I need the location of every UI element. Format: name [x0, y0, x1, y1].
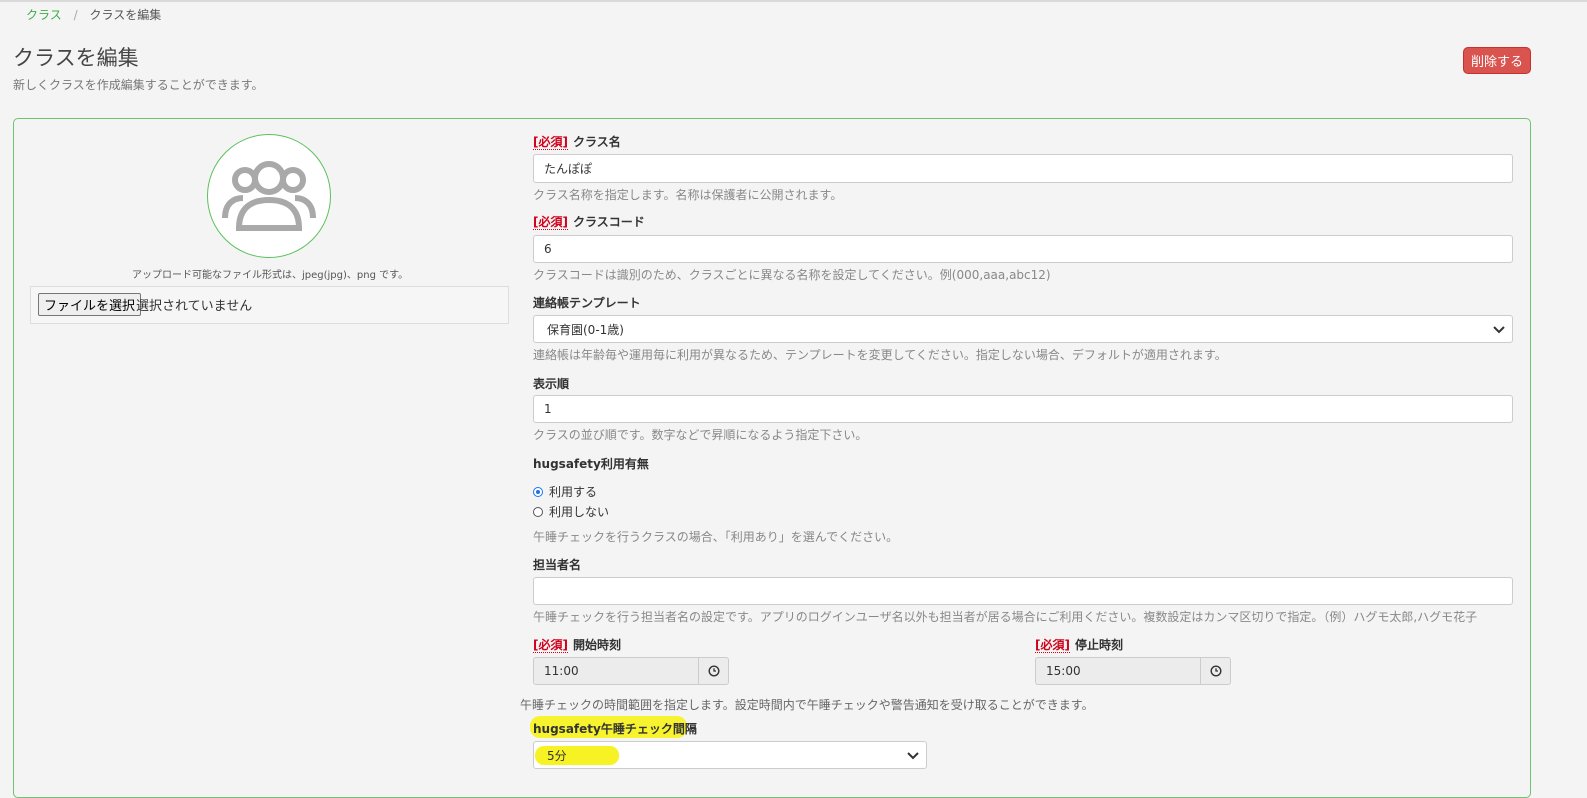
radio-dot-selected[interactable] — [533, 486, 543, 497]
template-label: 連絡帳テンプレート — [533, 296, 641, 310]
class-name-label: [必須] クラス名 — [533, 135, 621, 150]
breadcrumb-separator: / — [73, 8, 78, 22]
staff-input[interactable] — [533, 577, 1513, 605]
breadcrumb-class-link[interactable]: クラス — [26, 8, 62, 22]
group-avatar-icon — [222, 161, 316, 231]
order-help: クラスの並び順です。数字などで昇順になるよう指定下さい。 — [533, 428, 868, 442]
file-upload-box: ファイルを選択 選択されていません — [30, 286, 509, 324]
required-tag: [必須] — [533, 215, 568, 230]
hugsafety-help: 午睡チェックを行うクラスの場合、「利用あり」を選んでください。 — [533, 530, 899, 544]
chevron-down-icon — [907, 752, 919, 760]
radio-use-label: 利用する — [549, 485, 598, 499]
top-border — [0, 0, 1587, 2]
chevron-down-icon — [1493, 326, 1505, 334]
interval-select-value: 5分 — [547, 748, 567, 763]
breadcrumb-current: クラスを編集 — [89, 8, 162, 22]
page-title: クラスを編集 — [13, 46, 139, 70]
start-time-picker-button[interactable] — [699, 657, 729, 685]
time-range-help: 午睡チェックの時間範囲を指定します。設定時間内で午睡チェックや警告通知を受け取る… — [520, 698, 1094, 712]
class-code-label: [必須] クラスコード — [533, 215, 645, 230]
stop-time-input[interactable]: 15:00 — [1035, 657, 1201, 685]
required-tag: [必須] — [533, 638, 568, 653]
class-name-input[interactable]: たんぽぽ — [533, 154, 1513, 183]
start-time-input[interactable]: 11:00 — [533, 657, 699, 685]
file-status: 選択されていません — [136, 299, 253, 314]
upload-format-note: アップロード可能なファイル形式は、jpeg(jpg)、png です。 — [132, 270, 409, 281]
order-label: 表示順 — [533, 377, 570, 391]
page-subtitle: 新しくクラスを作成編集することができます。 — [13, 78, 264, 92]
order-input[interactable]: 1 — [533, 395, 1513, 423]
breadcrumb: クラス / クラスを編集 — [26, 6, 161, 23]
choose-file-button[interactable]: ファイルを選択 — [38, 293, 142, 316]
radio-not-use-label: 利用しない — [549, 505, 610, 519]
staff-label: 担当者名 — [533, 558, 582, 572]
radio-dot[interactable] — [533, 506, 543, 517]
staff-help: 午睡チェックを行う担当者名の設定です。アプリのログインユーザ名以外も担当者が居る… — [533, 610, 1478, 624]
template-select-value: 保育園(0-1歳) — [547, 322, 624, 337]
interval-select[interactable]: 5分 — [533, 741, 927, 769]
class-code-help: クラスコードは識別のため、クラスごとに異なる名称を設定してください。例(000,… — [533, 268, 1051, 282]
template-help: 連絡帳は年齢毎や運用毎に利用が異なるため、テンプレートを変更してください。指定し… — [533, 348, 1227, 362]
interval-label: hugsafety午睡チェック間隔 — [533, 722, 697, 736]
delete-button[interactable]: 削除する — [1463, 47, 1531, 74]
start-time-label: [必須] 開始時刻 — [533, 638, 621, 653]
required-tag: [必須] — [533, 135, 568, 150]
required-tag: [必須] — [1035, 638, 1070, 653]
clock-icon — [707, 665, 720, 677]
hugsafety-label: hugsafety利用有無 — [533, 457, 649, 471]
radio-use[interactable]: 利用する — [533, 483, 597, 500]
stop-time-picker-button[interactable] — [1201, 657, 1231, 685]
clock-icon — [1209, 665, 1222, 677]
template-select[interactable]: 保育園(0-1歳) — [533, 315, 1513, 343]
class-code-input[interactable]: 6 — [533, 235, 1513, 263]
class-image-preview — [207, 134, 331, 258]
class-name-help: クラス名称を指定します。名称は保護者に公開されます。 — [533, 188, 843, 202]
stop-time-label: [必須] 停止時刻 — [1035, 638, 1123, 653]
radio-not-use[interactable]: 利用しない — [533, 503, 609, 520]
